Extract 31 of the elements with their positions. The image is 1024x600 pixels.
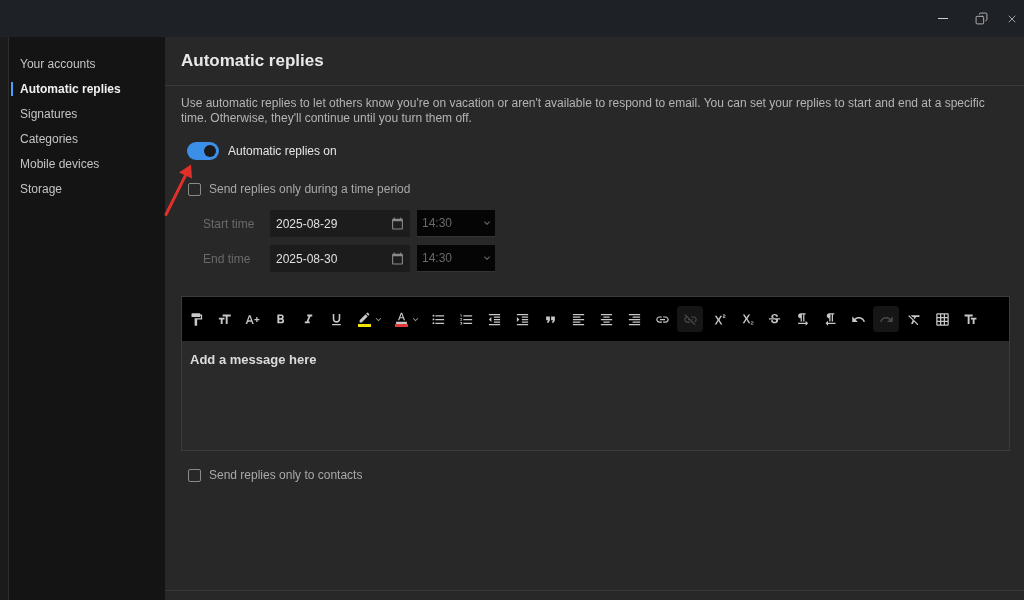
align-left-icon <box>570 311 586 327</box>
highlighter-icon <box>357 311 371 327</box>
align-center-icon <box>598 311 614 327</box>
toggle-label: Automatic replies on <box>228 143 337 160</box>
option-label: Send replies only during a time period <box>209 181 411 198</box>
sidebar-item[interactable]: Categories <box>9 126 165 151</box>
toggle-switch[interactable] <box>187 142 219 160</box>
time-label: End time <box>203 250 252 268</box>
align-right-icon <box>626 311 642 327</box>
sidebar-item[interactable]: Signatures <box>9 101 165 126</box>
minimize-icon <box>938 18 948 19</box>
sidebar-item[interactable]: Your accounts <box>9 51 165 76</box>
message-field[interactable]: Add a message here <box>181 341 1010 451</box>
outdent-icon <box>486 311 502 327</box>
indent-icon <box>514 311 530 327</box>
font-color-icon <box>394 311 408 327</box>
restore-icon <box>974 12 988 25</box>
unlink-icon <box>682 311 698 327</box>
sidebar-item[interactable]: Storage <box>9 176 165 201</box>
checkbox[interactable] <box>188 468 201 482</box>
description-text: Use automatic replies to let others know you're on vacation or aren't available to respond to email. You can set your replies to start and end at a specific time. Otherwise, they'll continue until you turn them off. <box>181 96 986 126</box>
calendar-icon <box>391 217 404 230</box>
checkbox[interactable] <box>188 182 201 196</box>
sidebar-item[interactable]: Mobile devices <box>9 151 165 176</box>
annotation-arrow <box>163 163 193 217</box>
page-title: Automatic replies <box>181 50 324 73</box>
sidebar-item[interactable]: Automatic replies <box>9 76 165 101</box>
table-icon <box>934 311 950 327</box>
time-label: Start time <box>203 215 256 233</box>
calendar-icon <box>391 252 404 265</box>
option-label: Send replies only to contacts <box>209 467 363 484</box>
